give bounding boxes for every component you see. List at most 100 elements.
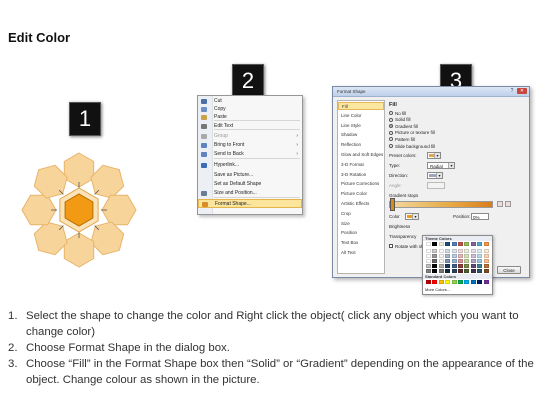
theme-color-swatch[interactable] [432, 242, 438, 246]
position-input[interactable]: 0% [471, 213, 489, 220]
theme-color-swatch[interactable] [438, 254, 444, 258]
direction-dropdown[interactable]: ▾ [427, 172, 443, 179]
help-icon[interactable]: ? [509, 88, 515, 94]
menu-item-format-shape[interactable]: Format Shape... [198, 199, 302, 208]
theme-color-swatch[interactable] [464, 259, 470, 263]
nav-item-shadow[interactable]: Shadow [338, 131, 384, 139]
theme-color-swatch[interactable] [483, 264, 489, 268]
radio-gradient-fill[interactable] [389, 124, 393, 129]
standard-color-swatch[interactable] [464, 280, 470, 284]
theme-color-swatch[interactable] [445, 242, 451, 246]
theme-color-swatch[interactable] [432, 269, 438, 273]
theme-color-swatch[interactable] [438, 249, 444, 253]
theme-color-swatch[interactable] [464, 254, 470, 258]
theme-color-swatch[interactable] [477, 242, 483, 246]
standard-color-swatch[interactable] [483, 280, 489, 284]
petal-hexagon[interactable] [21, 194, 57, 226]
nav-item-crop[interactable]: Crop [338, 210, 384, 218]
theme-color-swatch[interactable] [438, 259, 444, 263]
theme-color-swatch[interactable] [470, 249, 476, 253]
theme-color-swatch[interactable] [458, 259, 463, 263]
theme-color-swatch[interactable] [451, 259, 457, 263]
nav-item-picture-corrections[interactable]: Picture Corrections [338, 180, 384, 188]
nav-item-size[interactable]: Size [338, 220, 384, 228]
radio-pattern-fill[interactable] [389, 137, 393, 142]
menu-item-hyperlink[interactable]: Hyperlink... [198, 161, 302, 170]
standard-color-swatch[interactable] [477, 280, 483, 284]
theme-color-swatch[interactable] [432, 264, 438, 268]
theme-color-swatch[interactable] [470, 259, 476, 263]
menu-item-save-as-picture[interactable]: Save as Picture... [198, 171, 302, 180]
theme-color-swatch[interactable] [464, 249, 470, 253]
theme-color-swatch[interactable] [426, 264, 431, 268]
theme-color-swatch[interactable] [445, 264, 451, 268]
theme-color-swatch[interactable] [438, 264, 444, 268]
standard-color-swatch[interactable] [432, 280, 438, 284]
theme-color-swatch[interactable] [470, 242, 476, 246]
theme-color-swatch[interactable] [438, 269, 444, 273]
radio-slide-background-fill[interactable] [389, 144, 393, 148]
petal-hexagon[interactable] [101, 194, 137, 226]
radio-solid-fill[interactable] [389, 117, 393, 122]
nav-item-position[interactable]: Position [338, 229, 384, 237]
theme-color-swatch[interactable] [445, 249, 451, 253]
theme-color-swatch[interactable] [483, 249, 489, 253]
remove-stop-icon[interactable] [505, 201, 511, 207]
nav-item-picture-color[interactable]: Picture Color [338, 190, 384, 198]
nav-item-artistic-effects[interactable]: Artistic Effects [338, 200, 384, 208]
preset-colors-dropdown[interactable]: ▾ [427, 152, 441, 159]
theme-color-swatch[interactable] [438, 242, 444, 246]
radio-no-fill[interactable] [389, 111, 393, 115]
angle-input[interactable] [427, 182, 445, 189]
radio-picture-or-texture-fill[interactable] [389, 130, 393, 135]
hexagon-cluster-shape[interactable] [20, 150, 138, 270]
more-colors-link[interactable]: More Colors... [425, 287, 450, 292]
nav-item-3-d-format[interactable]: 3-D Format [338, 161, 384, 169]
theme-color-swatch[interactable] [451, 249, 457, 253]
standard-color-swatch[interactable] [470, 280, 476, 284]
theme-color-swatch[interactable] [445, 269, 451, 273]
theme-color-swatch[interactable] [426, 242, 431, 246]
menu-item-bring-to-front[interactable]: Bring to Front › [198, 141, 302, 150]
nav-item-fill[interactable]: Fill [338, 102, 384, 110]
theme-color-swatch[interactable] [445, 259, 451, 263]
gradient-stop-handle[interactable] [390, 198, 395, 211]
menu-item-set-as-default-shape[interactable]: Set as Default Shape [198, 180, 302, 189]
theme-color-swatch[interactable] [426, 249, 431, 253]
standard-color-swatch[interactable] [426, 280, 431, 284]
petal-hexagon[interactable] [63, 152, 95, 188]
theme-color-swatch[interactable] [458, 264, 463, 268]
theme-color-swatch[interactable] [477, 269, 483, 273]
rotate-checkbox[interactable] [389, 244, 393, 248]
color-picker-button[interactable]: ▾ [405, 213, 419, 220]
theme-color-swatch[interactable] [426, 259, 431, 263]
theme-color-swatch[interactable] [451, 269, 457, 273]
theme-color-swatch[interactable] [470, 269, 476, 273]
nav-item-glow-and-soft-edges[interactable]: Glow and Soft Edges [338, 151, 384, 159]
theme-color-swatch[interactable] [477, 264, 483, 268]
theme-color-swatch[interactable] [483, 259, 489, 263]
theme-color-swatch[interactable] [483, 242, 489, 246]
add-stop-icon[interactable] [497, 201, 503, 207]
theme-color-swatch[interactable] [432, 259, 438, 263]
theme-color-swatch[interactable] [458, 249, 463, 253]
theme-color-swatch[interactable] [470, 264, 476, 268]
theme-color-swatch[interactable] [464, 269, 470, 273]
standard-color-swatch[interactable] [458, 280, 463, 284]
nav-item-line-color[interactable]: Line Color [338, 112, 384, 120]
theme-color-swatch[interactable] [451, 264, 457, 268]
standard-color-swatch[interactable] [451, 280, 457, 284]
gradient-stops-bar[interactable] [389, 201, 493, 208]
theme-color-swatch[interactable] [470, 254, 476, 258]
theme-color-swatch[interactable] [451, 254, 457, 258]
theme-color-swatch[interactable] [445, 254, 451, 258]
theme-color-swatch[interactable] [458, 242, 463, 246]
theme-color-swatch[interactable] [483, 254, 489, 258]
theme-color-swatch[interactable] [426, 254, 431, 258]
theme-color-swatch[interactable] [458, 269, 463, 273]
close-icon[interactable]: ✕ [517, 88, 527, 94]
close-button[interactable]: Close [497, 266, 521, 274]
theme-color-swatch[interactable] [477, 249, 483, 253]
theme-color-swatch[interactable] [464, 242, 470, 246]
nav-item-reflection[interactable]: Reflection [338, 141, 384, 149]
